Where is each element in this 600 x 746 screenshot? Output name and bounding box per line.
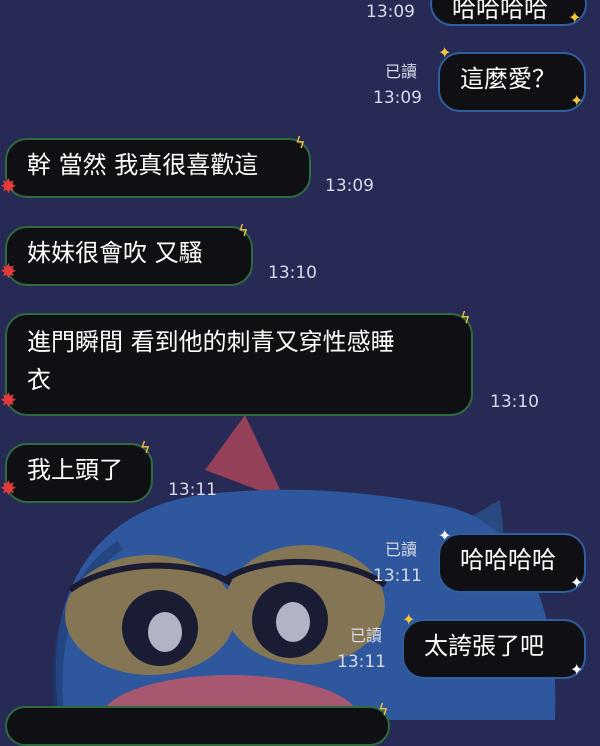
lightning-bolt-icon: ϟ bbox=[295, 133, 306, 152]
message-bubble-incoming[interactable]: 進門瞬間 看到他的刺青又穿性感睡 衣 bbox=[5, 313, 473, 416]
read-receipt: 已讀 bbox=[350, 626, 383, 645]
message-bubble-outgoing[interactable]: 哈哈哈哈 bbox=[430, 0, 587, 26]
message-bubble-outgoing[interactable]: 太誇張了吧 bbox=[402, 619, 586, 679]
red-star-icon: ✸ bbox=[0, 388, 17, 412]
message-time: 13:09 bbox=[366, 2, 415, 22]
red-star-icon: ✸ bbox=[0, 174, 17, 198]
message-text: 我上頭了 bbox=[27, 456, 123, 484]
message-time: 13:09 bbox=[325, 176, 374, 196]
message-text: 這麼愛？ bbox=[460, 65, 556, 93]
message-bubble-outgoing[interactable]: 這麼愛？ bbox=[438, 52, 586, 112]
message-text: 妹妹很會吹 又騷 bbox=[27, 239, 203, 267]
message-text: 哈哈哈哈 bbox=[452, 0, 548, 23]
message-text: 哈哈哈哈 bbox=[460, 546, 556, 574]
read-receipt: 已讀 bbox=[385, 62, 418, 81]
message-time: 13:11 bbox=[373, 566, 422, 586]
message-bubble-incoming-partial[interactable] bbox=[5, 706, 390, 746]
red-star-icon: ✸ bbox=[0, 259, 17, 283]
message-bubble-incoming[interactable]: 妹妹很會吹 又騷 bbox=[5, 226, 253, 286]
chat-thread[interactable]: 哈哈哈哈 ✦ 13:09 ✦ 這麼愛？ ✦ 已讀 13:09 幹 當然 我真很喜… bbox=[0, 0, 600, 746]
message-text-line: 衣 bbox=[27, 366, 51, 394]
message-time: 13:10 bbox=[490, 392, 539, 412]
message-text: 太誇張了吧 bbox=[424, 632, 544, 660]
lightning-bolt-icon: ϟ bbox=[140, 438, 151, 457]
message-bubble-incoming[interactable]: 幹 當然 我真很喜歡這 bbox=[5, 138, 311, 198]
read-receipt: 已讀 bbox=[385, 540, 418, 559]
message-bubble-incoming[interactable]: 我上頭了 bbox=[5, 443, 153, 503]
message-text: 幹 當然 我真很喜歡這 bbox=[27, 151, 259, 179]
message-time: 13:11 bbox=[337, 652, 386, 672]
lightning-bolt-icon: ϟ bbox=[460, 308, 471, 327]
message-time: 13:11 bbox=[168, 480, 217, 500]
message-time: 13:09 bbox=[373, 88, 422, 108]
lightning-bolt-icon: ϟ bbox=[378, 700, 389, 719]
red-star-icon: ✸ bbox=[0, 476, 17, 500]
sparkle-icon: ✦ bbox=[570, 660, 584, 679]
message-time: 13:10 bbox=[268, 263, 317, 283]
message-text-line: 進門瞬間 看到他的刺青又穿性感睡 bbox=[27, 328, 395, 356]
sparkle-icon: ✦ bbox=[570, 91, 584, 110]
lightning-bolt-icon: ϟ bbox=[238, 221, 249, 240]
sparkle-icon: ✦ bbox=[570, 573, 584, 592]
message-bubble-outgoing[interactable]: 哈哈哈哈 bbox=[438, 533, 586, 593]
sparkle-icon: ✦ bbox=[568, 8, 582, 27]
